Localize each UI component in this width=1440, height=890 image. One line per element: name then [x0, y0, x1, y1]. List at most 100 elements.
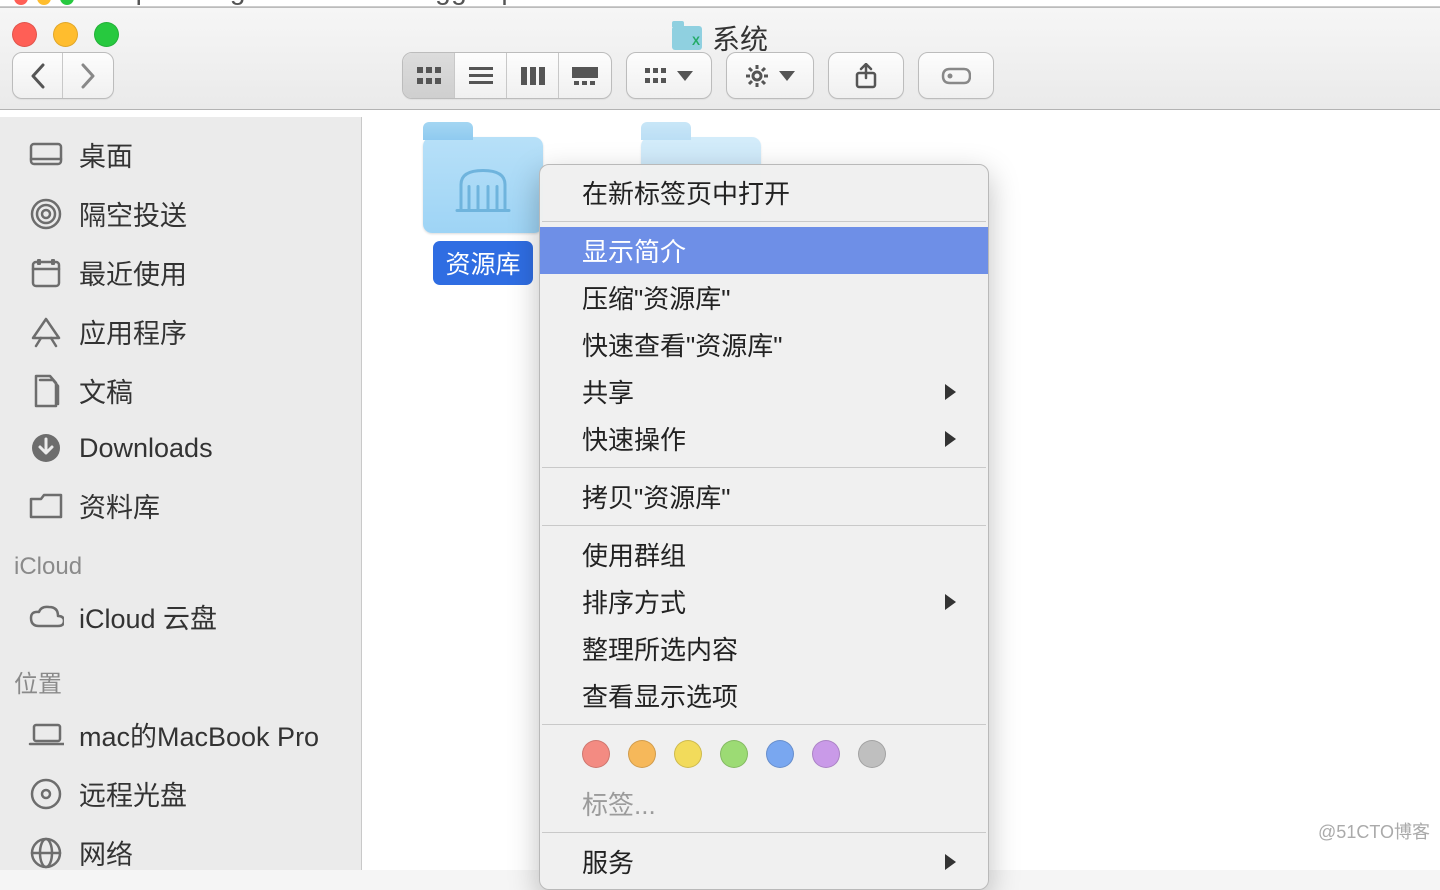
folder-icon [28, 488, 64, 524]
context-menu-item[interactable]: 查看显示选项 [540, 672, 988, 719]
sidebar-item-folder[interactable]: 资料库 [0, 476, 361, 535]
folder-item-library[interactable]: 资源库 [413, 137, 553, 285]
tag-color[interactable] [674, 740, 702, 768]
dot-yellow [37, 0, 51, 5]
sidebar-item-apps[interactable]: 应用程序 [0, 302, 361, 361]
view-list-button[interactable] [455, 53, 507, 98]
tag-icon [941, 66, 971, 86]
folder-icon [423, 137, 543, 233]
context-menu-item[interactable]: 快速操作 [540, 415, 988, 462]
sidebar-item-label: iCloud 云盘 [79, 597, 217, 636]
context-menu-item[interactable]: 快速查看"资源库" [540, 321, 988, 368]
action-dropdown[interactable] [726, 52, 814, 99]
context-menu-item: 标签... [540, 780, 988, 827]
context-menu-label: 显示简介 [582, 232, 686, 269]
toolbar [12, 52, 994, 99]
sidebar-item-cloud[interactable]: iCloud 云盘 [0, 587, 361, 646]
submenu-arrow-icon [945, 854, 956, 870]
sidebar-item-label: 桌面 [79, 135, 133, 174]
sidebar: 桌面隔空投送最近使用应用程序文稿Downloads资料库iCloudiCloud… [0, 117, 362, 870]
context-menu-label: 标签... [582, 785, 656, 822]
context-menu-label: 在新标签页中打开 [582, 174, 790, 211]
arrange-dropdown[interactable] [626, 52, 712, 99]
context-menu-item[interactable]: 服务 [540, 838, 988, 885]
chevron-down-icon [779, 71, 795, 81]
gear-icon [745, 64, 769, 88]
tag-color[interactable] [720, 740, 748, 768]
dot-green [60, 0, 74, 5]
folder-label: 资源库 [433, 241, 532, 285]
recents-icon [28, 255, 64, 291]
context-menu-item[interactable]: 使用群组 [540, 531, 988, 578]
apps-icon [28, 314, 64, 350]
finder-window: X 系统 [0, 7, 1440, 870]
context-menu-item[interactable]: 压缩"资源库" [540, 274, 988, 321]
context-menu-item[interactable]: 共享 [540, 368, 988, 415]
context-menu-label: 拷贝"资源库" [582, 478, 730, 515]
sidebar-item-label: 隔空投送 [79, 194, 187, 233]
context-menu-item[interactable]: 排序方式 [540, 578, 988, 625]
desktop-icon [28, 137, 64, 173]
view-columns-button[interactable] [507, 53, 559, 98]
sidebar-item-downloads[interactable]: Downloads [0, 420, 361, 476]
context-menu-item[interactable]: 显示简介 [540, 227, 988, 274]
forward-button[interactable] [63, 53, 113, 98]
traffic-lights [12, 22, 119, 47]
library-glyph-icon [455, 163, 511, 213]
context-menu: 在新标签页中打开显示简介压缩"资源库"快速查看"资源库"共享快速操作拷贝"资源库… [539, 164, 989, 890]
context-menu-item[interactable]: 在新标签页中打开 [540, 169, 988, 216]
sidebar-item-label: 远程光盘 [79, 774, 187, 813]
content-area[interactable]: 资源库 在新标签页中打开显示简介压缩"资源库"快速查看"资源库"共享快速操作拷贝… [363, 117, 1440, 870]
sidebar-item-network[interactable]: 网络 [0, 823, 361, 870]
sidebar-item-airdrop[interactable]: 隔空投送 [0, 184, 361, 243]
documents-icon [28, 373, 64, 409]
chevron-left-icon [30, 63, 46, 89]
sidebar-item-label: Downloads [79, 433, 213, 464]
back-button[interactable] [13, 53, 63, 98]
context-menu-separator [542, 467, 986, 468]
minimize-button[interactable] [53, 22, 78, 47]
tag-color[interactable] [628, 740, 656, 768]
grid-icon [417, 67, 441, 85]
close-button[interactable] [12, 22, 37, 47]
title-folder-icon: X [672, 26, 702, 50]
edit-tags-button[interactable] [918, 52, 994, 99]
context-menu-item[interactable]: 整理所选内容 [540, 625, 988, 672]
browser-tab-fragment: https://blog.51cto.com/blogger/publish [0, 0, 1440, 7]
tag-color[interactable] [582, 740, 610, 768]
context-menu-label: 排序方式 [582, 583, 686, 620]
downloads-icon [28, 430, 64, 466]
view-gallery-button[interactable] [559, 53, 611, 98]
cloud-icon [28, 599, 64, 635]
sidebar-item-disc[interactable]: 远程光盘 [0, 764, 361, 823]
sidebar-item-laptop[interactable]: mac的MacBook Pro [0, 705, 361, 764]
network-icon [28, 835, 64, 871]
submenu-arrow-icon [945, 384, 956, 400]
share-button[interactable] [828, 52, 904, 99]
view-icons-button[interactable] [403, 53, 455, 98]
title-folder-badge: X [692, 34, 700, 48]
fullscreen-button[interactable] [94, 22, 119, 47]
context-menu-separator [542, 221, 986, 222]
sidebar-section-header: 位置 [0, 646, 361, 705]
watermark: @51CTO博客 [1318, 818, 1430, 844]
chevron-right-icon [80, 63, 96, 89]
grid-small-icon [645, 68, 667, 84]
tag-color[interactable] [858, 740, 886, 768]
submenu-arrow-icon [945, 431, 956, 447]
context-menu-label: 快速操作 [582, 420, 686, 457]
airdrop-icon [28, 196, 64, 232]
context-menu-separator [542, 724, 986, 725]
disc-icon [28, 776, 64, 812]
dot-red [14, 0, 28, 5]
context-menu-item[interactable]: 拷贝"资源库" [540, 473, 988, 520]
sidebar-item-label: 资料库 [79, 486, 160, 525]
sidebar-item-desktop[interactable]: 桌面 [0, 125, 361, 184]
context-menu-separator [542, 525, 986, 526]
gallery-icon [572, 67, 598, 85]
context-menu-separator [542, 832, 986, 833]
sidebar-item-recents[interactable]: 最近使用 [0, 243, 361, 302]
tag-color[interactable] [812, 740, 840, 768]
tag-color[interactable] [766, 740, 794, 768]
sidebar-item-documents[interactable]: 文稿 [0, 361, 361, 420]
